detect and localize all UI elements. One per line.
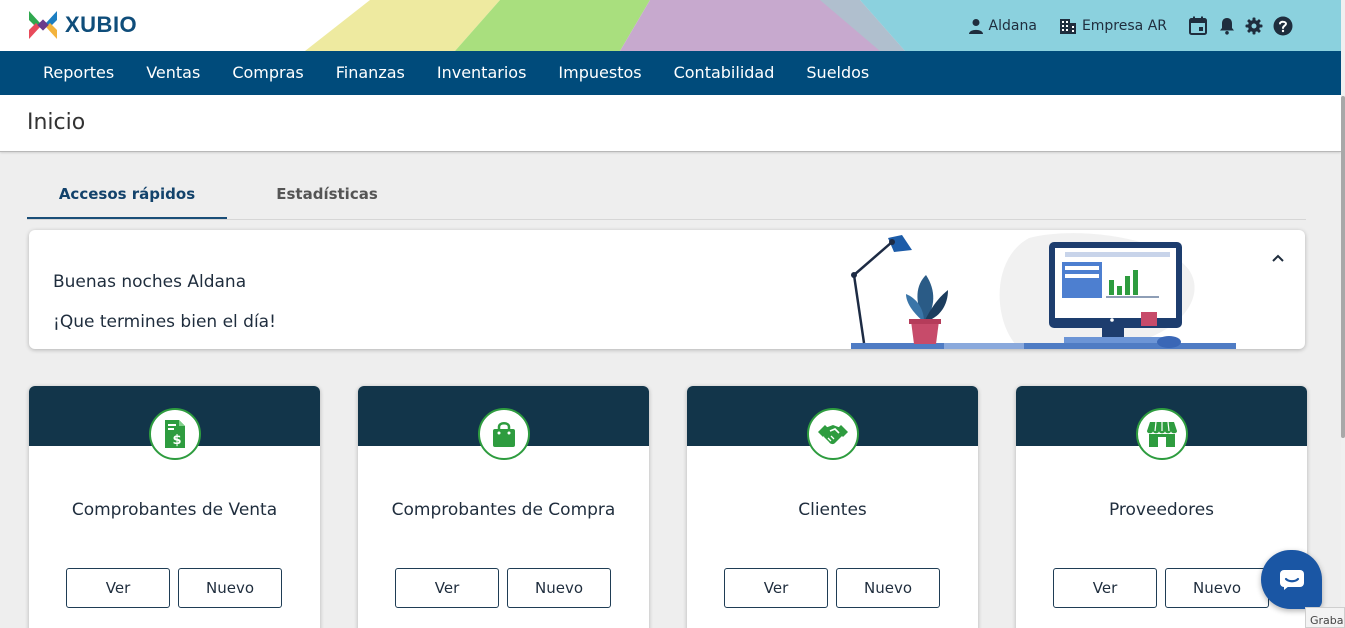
greeting-message: ¡Que termines bien el día! [53, 312, 276, 332]
card-icon-badge [1135, 408, 1188, 460]
ver-button[interactable]: Ver [66, 568, 170, 608]
nav-item-reportes[interactable]: Reportes [27, 51, 130, 95]
ver-button[interactable]: Ver [724, 568, 828, 608]
svg-text:$: $ [172, 433, 181, 448]
page-header: Inicio [0, 95, 1341, 152]
nav-item-ventas[interactable]: Ventas [130, 51, 216, 95]
card-clientes: Clientes Ver Nuevo [687, 386, 978, 628]
tab-bar: Accesos rápidos Estadísticas [27, 170, 1306, 220]
card-icon-badge: $ [148, 408, 201, 460]
collapse-button[interactable] [1271, 248, 1285, 267]
top-bar: XUBIO Aldana Empresa AR [0, 0, 1341, 51]
card-title: Proveedores [1108, 500, 1215, 520]
user-name: Aldana [988, 17, 1037, 34]
welcome-card: Buenas noches Aldana ¡Que termines bien … [29, 230, 1305, 349]
chat-icon [1279, 569, 1304, 590]
handshake-icon [817, 425, 848, 445]
card-comprobantes-compra: Comprobantes de Compra Ver Nuevo [358, 386, 649, 628]
chat-button[interactable] [1261, 550, 1322, 609]
nav-item-compras[interactable]: Compras [216, 51, 319, 95]
bell-icon [1220, 17, 1234, 35]
nuevo-button[interactable]: Nuevo [836, 568, 940, 608]
nav-item-sueldos[interactable]: Sueldos [790, 51, 885, 95]
nuevo-button[interactable]: Nuevo [507, 568, 611, 608]
tab-estadisticas[interactable]: Estadísticas [227, 170, 427, 219]
nav-item-inventarios[interactable]: Inventarios [421, 51, 543, 95]
user-menu[interactable]: Aldana [968, 18, 1037, 34]
card-title: Clientes [798, 500, 867, 520]
chevron-up-icon [1272, 254, 1284, 262]
notifications-button[interactable] [1219, 17, 1235, 35]
settings-button[interactable] [1245, 17, 1263, 35]
card-title: Comprobantes de Venta [71, 500, 278, 520]
tab-accesos-rapidos[interactable]: Accesos rápidos [27, 170, 227, 219]
logo[interactable]: XUBIO [26, 8, 137, 42]
record-button[interactable]: Grabar [1305, 607, 1345, 628]
help-icon [1273, 16, 1293, 35]
help-button[interactable] [1273, 16, 1293, 36]
store-icon [1146, 421, 1177, 447]
gear-icon [1245, 17, 1263, 34]
building-icon [1059, 18, 1076, 34]
nav-item-finanzas[interactable]: Finanzas [320, 51, 421, 95]
ver-button[interactable]: Ver [1053, 568, 1157, 608]
invoice-icon: $ [164, 420, 185, 448]
calendar-icon [1189, 16, 1207, 35]
nav-item-impuestos[interactable]: Impuestos [542, 51, 657, 95]
greeting-text: Buenas noches Aldana [53, 272, 247, 292]
main-nav: Reportes Ventas Compras Finanzas Inventa… [0, 51, 1341, 95]
logo-text: XUBIO [65, 12, 138, 37]
header-actions: Aldana Empresa AR [968, 0, 1341, 51]
nuevo-button[interactable]: Nuevo [178, 568, 282, 608]
company-name: Empresa AR [1081, 17, 1167, 34]
desk-illustration [851, 233, 1236, 349]
calendar-button[interactable] [1189, 16, 1207, 35]
ver-button[interactable]: Ver [395, 568, 499, 608]
xubio-logo-icon [29, 11, 57, 39]
card-comprobantes-venta: $ Comprobantes de Venta Ver Nuevo [29, 386, 320, 628]
nav-item-contabilidad[interactable]: Contabilidad [658, 51, 791, 95]
card-icon-badge [806, 408, 859, 460]
card-icon-badge [477, 408, 530, 460]
shopping-bag-icon [492, 422, 515, 447]
nuevo-button[interactable]: Nuevo [1165, 568, 1269, 608]
user-icon [968, 18, 983, 34]
card-title: Comprobantes de Compra [391, 500, 616, 520]
page-title: Inicio [27, 110, 86, 135]
company-menu[interactable]: Empresa AR [1059, 18, 1167, 34]
scrollbar-thumb[interactable] [1341, 96, 1345, 438]
